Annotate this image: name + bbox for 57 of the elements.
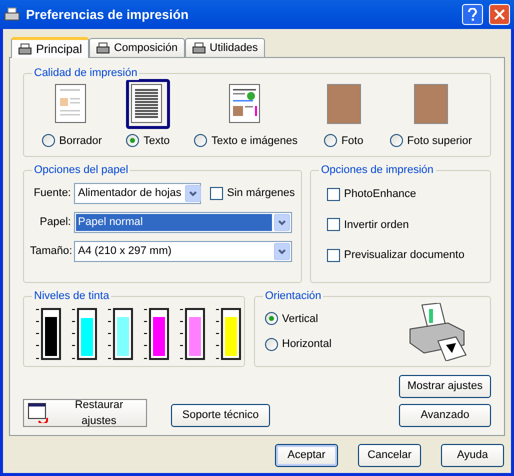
checkbox-label[interactable]: PhotoEnhance (344, 186, 416, 202)
field-label: Fuente: (32, 186, 71, 202)
tab[interactable]: Principal (11, 37, 90, 58)
printer-icon (4, 6, 20, 22)
radio-button[interactable] (126, 134, 140, 148)
group-title: Calidad de impresión (32, 66, 140, 80)
push-button[interactable]: Cancelar (358, 444, 421, 467)
radio-label[interactable]: Texto (143, 132, 170, 149)
radio-button[interactable] (265, 312, 278, 326)
document-icon (131, 84, 164, 124)
checkbox[interactable] (327, 218, 340, 232)
checkbox-label[interactable]: Previsualizar documento (344, 247, 464, 264)
radio-button[interactable] (390, 134, 404, 148)
radio-label[interactable]: Vertical (282, 310, 318, 327)
printer-icon (96, 42, 110, 54)
dropdown-field[interactable]: Alimentador de hojas (74, 183, 201, 204)
field-label: Tamaño: (30, 244, 71, 260)
tab[interactable]: Utilidades (184, 38, 265, 57)
printer-icon (408, 302, 468, 360)
checkbox-label[interactable]: Invertir orden (344, 216, 409, 233)
group-title: Opciones del papel (32, 163, 130, 177)
document-icon (55, 84, 87, 124)
settings-window-icon (28, 403, 48, 423)
radio-button[interactable] (194, 134, 208, 148)
printer-icon (18, 42, 32, 56)
radio-label[interactable]: Texto e imágenes (211, 132, 298, 149)
checkbox[interactable] (327, 248, 340, 262)
radio-label[interactable]: Borrador (59, 132, 102, 149)
push-button[interactable]: Restaurar ajustes (23, 399, 147, 427)
radio-button[interactable] (42, 134, 56, 148)
printer-icon (192, 42, 206, 54)
push-button[interactable]: Ayuda (441, 444, 504, 467)
window-title: Preferencias de impresión (26, 6, 190, 24)
checkbox[interactable] (327, 188, 340, 201)
push-button[interactable]: Mostrar ajustes (399, 375, 491, 398)
push-button[interactable]: Soporte técnico (171, 404, 270, 427)
photo-placeholder (326, 84, 361, 124)
close-button[interactable] (489, 4, 510, 25)
help-icon (468, 8, 477, 21)
radio-label[interactable]: Foto superior (407, 132, 472, 149)
photo-placeholder (414, 84, 448, 124)
help-button[interactable] (462, 4, 483, 25)
push-button[interactable]: Aceptar (275, 444, 338, 467)
dropdown-field[interactable]: A4 (210 x 297 mm) (74, 241, 292, 262)
tab[interactable]: Composición (89, 38, 185, 57)
radio-button[interactable] (324, 134, 338, 148)
radio-button[interactable] (265, 338, 278, 351)
radio-label[interactable]: Horizontal (282, 336, 332, 352)
dropdown-field[interactable]: Papel normal (74, 212, 292, 233)
radio-label[interactable]: Foto (341, 132, 364, 149)
field-label: Papel: (38, 215, 71, 230)
close-icon (494, 9, 505, 20)
group-title: Opciones de impresión (319, 163, 436, 177)
push-button[interactable]: Avanzado (399, 404, 491, 427)
checkbox-label[interactable]: Sin márgenes (227, 185, 295, 202)
document-icon (228, 84, 261, 124)
checkbox[interactable] (210, 187, 223, 200)
